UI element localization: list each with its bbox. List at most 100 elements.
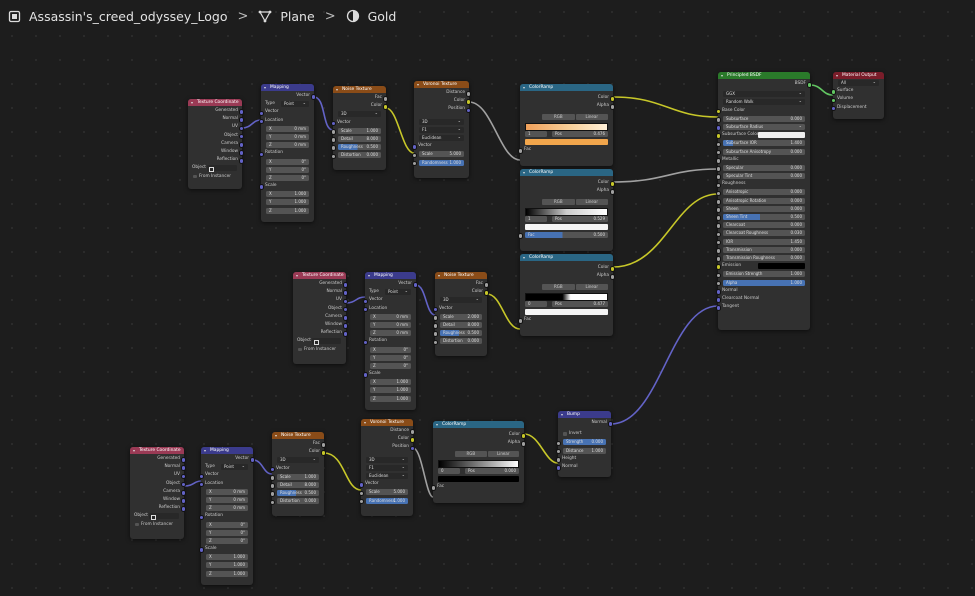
node-header[interactable]: Voronoi Texture: [361, 419, 413, 426]
colorramp-node[interactable]: ColorRamp Color Alpha RGB Linear 1 Pos 0.47…: [517, 84, 616, 166]
emission-strength-field[interactable]: Emission Strength 1.000: [715, 270, 810, 279]
socket[interactable]: [320, 450, 327, 457]
socket[interactable]: [409, 429, 416, 435]
socket[interactable]: [715, 149, 722, 156]
socket[interactable]: [609, 266, 616, 272]
sheen-field[interactable]: Sheen 0.000: [715, 205, 810, 213]
ramp-gradient[interactable]: [520, 292, 613, 301]
dimensions-dropdown[interactable]: 3D: [277, 456, 319, 464]
socket[interactable]: [411, 152, 418, 159]
scale-x[interactable]: X 1.000: [365, 378, 416, 386]
invert-checkbox[interactable]: [563, 432, 567, 436]
rotation-z[interactable]: Z 0°: [365, 362, 416, 370]
breadcrumb-material[interactable]: Gold: [368, 9, 397, 24]
ramp-stop-color[interactable]: [520, 138, 613, 146]
distance-field[interactable]: Distance 1.000: [555, 447, 611, 455]
socket[interactable]: [715, 239, 722, 246]
dimensions-dropdown[interactable]: 3D: [366, 456, 408, 463]
texture-coordinate-node[interactable]: Texture Coordinate Generated Normal UV O…: [293, 272, 349, 364]
colorramp-node[interactable]: ColorRamp Color Alpha RGB Linear 0 Pos 0.00…: [430, 421, 527, 503]
socket[interactable]: [238, 125, 245, 132]
rotation-x[interactable]: X 0°: [261, 158, 314, 166]
ramp-gradient[interactable]: [433, 459, 524, 468]
socket[interactable]: [342, 323, 349, 329]
ramp-mode-buttons[interactable]: RGB Linear: [542, 284, 608, 291]
socket[interactable]: [715, 288, 722, 295]
colorramp-node[interactable]: ColorRamp Color Alpha RGB Linear 1 Pos 0.52…: [517, 169, 616, 251]
socket[interactable]: [198, 514, 205, 521]
socket[interactable]: [806, 82, 813, 88]
socket[interactable]: [715, 182, 722, 189]
noise-texture-node[interactable]: Noise Texture Fac Color 3D Vector Scale1…: [269, 432, 327, 516]
rotation-z[interactable]: Z 0°: [261, 174, 314, 182]
node-editor[interactable]: Assassin's_creed_odyssey_Logo > Plane > …: [0, 0, 975, 596]
socket[interactable]: [412, 282, 419, 288]
ramp-mode-buttons[interactable]: RGB Linear: [542, 114, 608, 121]
node-header[interactable]: ColorRamp: [520, 169, 613, 176]
breadcrumb-mesh[interactable]: Plane: [280, 9, 314, 24]
mapping-node[interactable]: Mapping Vector TypePoint Vector Location…: [362, 272, 419, 410]
rotation-x[interactable]: X 0°: [201, 521, 253, 529]
socket[interactable]: [180, 465, 187, 472]
node-header[interactable]: Noise Texture: [272, 432, 324, 439]
location-z[interactable]: Z0 mm: [261, 141, 314, 149]
socket[interactable]: [609, 189, 616, 196]
node-header[interactable]: Bump: [558, 411, 611, 418]
socket[interactable]: [555, 457, 562, 463]
socket[interactable]: [411, 160, 418, 167]
socket[interactable]: [609, 274, 616, 281]
noise-texture-node[interactable]: Noise Texture Fac Color 3D Vector Scale1…: [330, 86, 389, 170]
socket[interactable]: [715, 207, 722, 213]
scale-field[interactable]: Scale 5.000: [358, 488, 413, 497]
randomness-field[interactable]: Randomness 1.000: [411, 159, 469, 167]
socket[interactable]: [715, 198, 722, 205]
socket[interactable]: [715, 166, 722, 172]
specular-tint-field[interactable]: Specular Tint 0.000: [715, 172, 810, 180]
rotation-z[interactable]: Z 0°: [201, 537, 253, 545]
socket[interactable]: [465, 91, 472, 97]
voronoi-texture-node[interactable]: Voronoi Texture Distance Color Position …: [358, 419, 416, 516]
distribution-dropdown[interactable]: GGX: [723, 90, 805, 98]
texture-coordinate-node[interactable]: Texture Coordinate Generated Normal UV O…: [130, 447, 187, 539]
transmission-field[interactable]: Transmission 0.000: [715, 246, 810, 254]
target-dropdown[interactable]: All: [838, 79, 879, 86]
socket[interactable]: [715, 231, 722, 238]
detail-field[interactable]: Detail 8.000: [330, 135, 386, 143]
location-y[interactable]: Y0 mm: [261, 133, 314, 141]
socket[interactable]: [258, 151, 265, 158]
ramp-stop-color[interactable]: [433, 475, 524, 483]
socket[interactable]: [330, 129, 337, 135]
type-dropdown[interactable]: Point: [281, 100, 309, 108]
socket[interactable]: [715, 280, 722, 287]
socket[interactable]: [483, 290, 490, 297]
socket[interactable]: [180, 457, 187, 463]
subsurface-method-dropdown[interactable]: Random Walk: [723, 98, 805, 106]
socket[interactable]: [330, 137, 337, 143]
socket[interactable]: [180, 473, 187, 480]
texture-coordinate-node[interactable]: Texture Coordinate Generated Normal UV O…: [188, 99, 245, 189]
voronoi-texture-node[interactable]: Voronoi Texture Distance Color Position …: [411, 81, 472, 178]
socket[interactable]: [342, 306, 349, 313]
socket[interactable]: [342, 290, 349, 297]
ramp-gradient[interactable]: [520, 207, 613, 216]
node-header[interactable]: Noise Texture: [435, 272, 487, 279]
socket[interactable]: [609, 104, 616, 111]
socket[interactable]: [715, 133, 722, 140]
randomness-field[interactable]: Randomness 1.000: [358, 497, 413, 505]
socket[interactable]: [362, 298, 369, 305]
mapping-node[interactable]: Mapping Vector TypePoint Vector Location…: [258, 84, 317, 222]
distortion-field[interactable]: Distortion 0.000: [330, 151, 386, 160]
node-header[interactable]: ColorRamp: [433, 421, 524, 428]
socket[interactable]: [715, 157, 722, 164]
clearcoat-field[interactable]: Clearcoat 0.000: [715, 221, 810, 230]
socket[interactable]: [465, 107, 472, 114]
socket[interactable]: [362, 306, 369, 313]
scale-x[interactable]: X 1.000: [261, 190, 314, 198]
emission-field[interactable]: Emission: [715, 262, 810, 271]
socket[interactable]: [715, 141, 722, 148]
socket[interactable]: [432, 339, 439, 346]
socket[interactable]: [269, 491, 276, 498]
socket[interactable]: [715, 272, 722, 279]
node-header[interactable]: ColorRamp: [520, 84, 613, 91]
socket[interactable]: [362, 339, 369, 346]
